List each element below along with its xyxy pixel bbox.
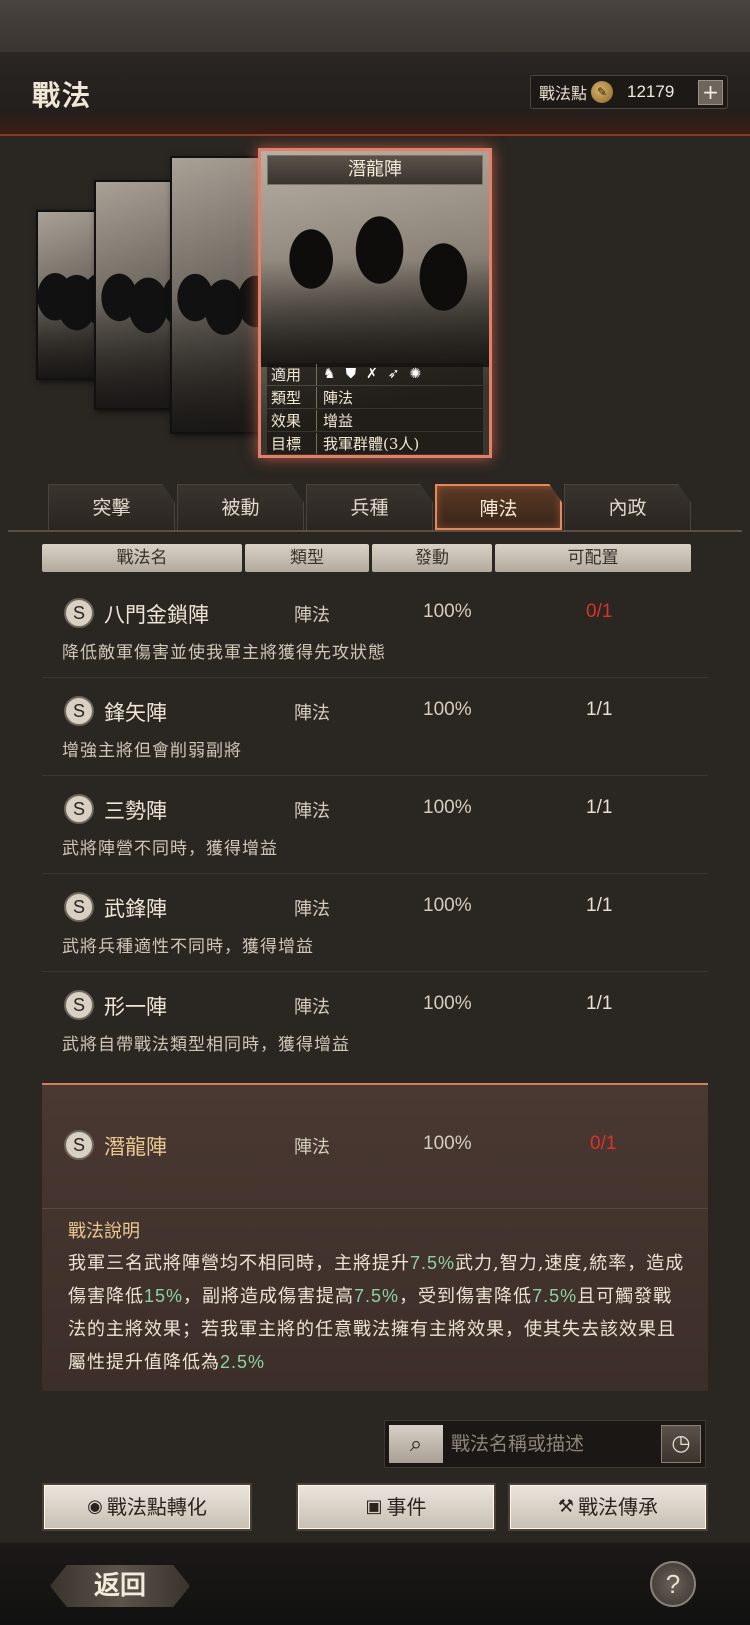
event-icon: ▣: [365, 1496, 383, 1517]
search-bar: ⌕ ◷: [384, 1420, 706, 1468]
tactic-points-box: 戰法點 ✎ 12179 +: [530, 75, 728, 109]
tactic-name: 鋒矢陣: [104, 701, 167, 725]
search-input[interactable]: [451, 1426, 651, 1462]
description-title: 戰法說明: [68, 1221, 140, 1242]
col-header-slots[interactable]: 可配置: [495, 544, 691, 572]
selected-tactic-panel: S 潛龍陣 陣法 100% 0/1 戰法說明 我軍三名武將陣營均不相同時，主將提…: [42, 1083, 708, 1391]
points-label: 戰法點: [539, 84, 588, 103]
card-key: 效果: [267, 409, 317, 431]
inherit-button[interactable]: ⚒ 戰法傳承: [508, 1483, 708, 1531]
points-value: 12179: [627, 82, 675, 101]
tactic-slots: 1/1: [586, 797, 613, 818]
list-item[interactable]: S 鋒矢陣 陣法 100% 1/1 增強主將但會削弱副將: [42, 678, 708, 776]
card-key: 適用: [267, 363, 317, 385]
grade-badge: S: [64, 990, 94, 1020]
list-item[interactable]: S 八門金鎖陣 陣法 100% 0/1 降低敵軍傷害並使我軍主將獲得先攻狀態: [42, 580, 708, 678]
grade-badge: S: [64, 696, 94, 726]
events-button[interactable]: ▣ 事件: [296, 1483, 496, 1531]
shield-icon: ⛊: [345, 366, 357, 382]
archer-icon: ✗: [366, 366, 378, 382]
card-title: 潛龍陣: [267, 155, 483, 185]
col-header-name[interactable]: 戰法名: [42, 544, 242, 572]
grade-badge: S: [64, 794, 94, 824]
selected-list-item[interactable]: S 潛龍陣 陣法 100% 0/1: [42, 1085, 708, 1209]
tactic-desc: 降低敵軍傷害並使我軍主將獲得先攻狀態: [62, 643, 386, 663]
tactic-slots: 1/1: [586, 993, 613, 1014]
column-headers: 戰法名 類型 發動 可配置: [42, 544, 708, 572]
tactic-name: 形一陣: [104, 995, 167, 1019]
tactic-type: 陣法: [294, 703, 330, 724]
coin-icon: ✎: [591, 81, 614, 103]
tab-formation[interactable]: 陣法: [435, 484, 562, 530]
tactic-card-stack: 潛龍陣 適用 ♞ ⛊ ✗ ➶ ✺ 類型 陣法 效果 增益 目標 我軍群體(3人): [0, 138, 750, 468]
tactic-type: 陣法: [294, 801, 330, 822]
tactic-type: 陣法: [294, 899, 330, 920]
tactic-slots: 1/1: [586, 699, 613, 720]
tactic-slots: 1/1: [586, 895, 613, 916]
col-header-type[interactable]: 類型: [245, 544, 369, 572]
back-button[interactable]: 返回: [50, 1565, 190, 1607]
tactic-type: 陣法: [294, 997, 330, 1018]
add-points-button[interactable]: +: [698, 80, 723, 105]
tactic-desc: 武將陣營不同時，獲得增益: [62, 839, 278, 859]
page-title: 戰法: [32, 79, 93, 112]
tactic-name: 八門金鎖陣: [104, 603, 209, 627]
siege-icon: ✺: [409, 366, 422, 382]
grade-badge: S: [64, 1130, 94, 1160]
tactic-name: 武鋒陣: [104, 897, 167, 921]
tactic-rate: 100%: [423, 1133, 472, 1154]
tab-internal[interactable]: 內政: [564, 484, 691, 530]
unit-icons: ♞ ⛊ ✗ ➶ ✺: [317, 366, 421, 382]
fire-icon: ◉: [87, 1496, 103, 1517]
grade-badge: S: [64, 598, 94, 628]
tactic-rate: 100%: [423, 993, 472, 1014]
card-value: 陣法: [323, 388, 354, 407]
card-info: 適用 ♞ ⛊ ✗ ➶ ✺ 類型 陣法 效果 增益 目標 我軍群體(3人): [267, 363, 483, 455]
list-item[interactable]: S 武鋒陣 陣法 100% 1/1 武將兵種適性不同時，獲得增益: [42, 874, 708, 972]
tactic-type: 陣法: [294, 605, 330, 626]
tactic-slots: 0/1: [590, 1133, 617, 1154]
tactic-desc: 武將兵種適性不同時，獲得增益: [62, 937, 314, 957]
tactic-rate: 100%: [423, 797, 472, 818]
help-button[interactable]: ?: [650, 1561, 696, 1607]
selected-tactic-card[interactable]: 潛龍陣 適用 ♞ ⛊ ✗ ➶ ✺ 類型 陣法 效果 增益 目標 我軍群體(3人): [258, 148, 492, 458]
card-artwork: [261, 187, 489, 367]
col-header-rate[interactable]: 發動: [372, 544, 492, 572]
search-icon[interactable]: ⌕: [389, 1425, 443, 1463]
card-key: 類型: [267, 386, 317, 408]
tactic-name: 潛龍陣: [104, 1135, 167, 1159]
tab-passive[interactable]: 被動: [177, 484, 304, 530]
tab-assault[interactable]: 突擊: [48, 484, 175, 530]
tactic-rate: 100%: [423, 601, 472, 622]
tactic-rate: 100%: [423, 699, 472, 720]
spear-icon: ➶: [387, 366, 400, 382]
tab-troop[interactable]: 兵種: [306, 484, 433, 530]
tactic-rate: 100%: [423, 895, 472, 916]
hammer-icon: ⚒: [557, 1496, 575, 1517]
cavalry-icon: ♞: [323, 366, 336, 382]
tactic-slots: 0/1: [586, 601, 613, 622]
bottom-actions: ◉ 戰法點轉化 ▣ 事件 ⚒ 戰法傳承: [42, 1483, 712, 1531]
card-key: 目標: [267, 432, 317, 454]
category-tabs: 突擊 被動 兵種 陣法 內政: [48, 484, 708, 530]
tactic-list: S 八門金鎖陣 陣法 100% 0/1 降低敵軍傷害並使我軍主將獲得先攻狀態 S…: [42, 580, 708, 1070]
description-text: 我軍三名武將陣營均不相同時，主將提升7.5%武力,智力,速度,統率，造成傷害降低…: [68, 1253, 685, 1373]
tactic-name: 三勢陣: [104, 799, 167, 823]
clock-icon[interactable]: ◷: [661, 1425, 701, 1463]
card-value: 我軍群體(3人): [323, 434, 420, 453]
card-value: 增益: [323, 411, 354, 430]
convert-points-button[interactable]: ◉ 戰法點轉化: [42, 1483, 252, 1531]
tactic-type: 陣法: [294, 1137, 330, 1158]
list-item[interactable]: S 三勢陣 陣法 100% 1/1 武將陣營不同時，獲得增益: [42, 776, 708, 874]
tactic-desc: 增強主將但會削弱副將: [62, 741, 242, 761]
header: 戰法 戰法點 ✎ 12179 +: [0, 52, 750, 136]
list-item[interactable]: S 形一陣 陣法 100% 1/1 武將自帶戰法類型相同時，獲得增益: [42, 972, 708, 1070]
tabs-divider: [8, 530, 742, 532]
tactic-desc: 武將自帶戰法類型相同時，獲得增益: [62, 1035, 350, 1055]
top-decor-strip: [0, 0, 750, 52]
grade-badge: S: [64, 892, 94, 922]
footer-bar: 返回 ?: [0, 1543, 750, 1625]
